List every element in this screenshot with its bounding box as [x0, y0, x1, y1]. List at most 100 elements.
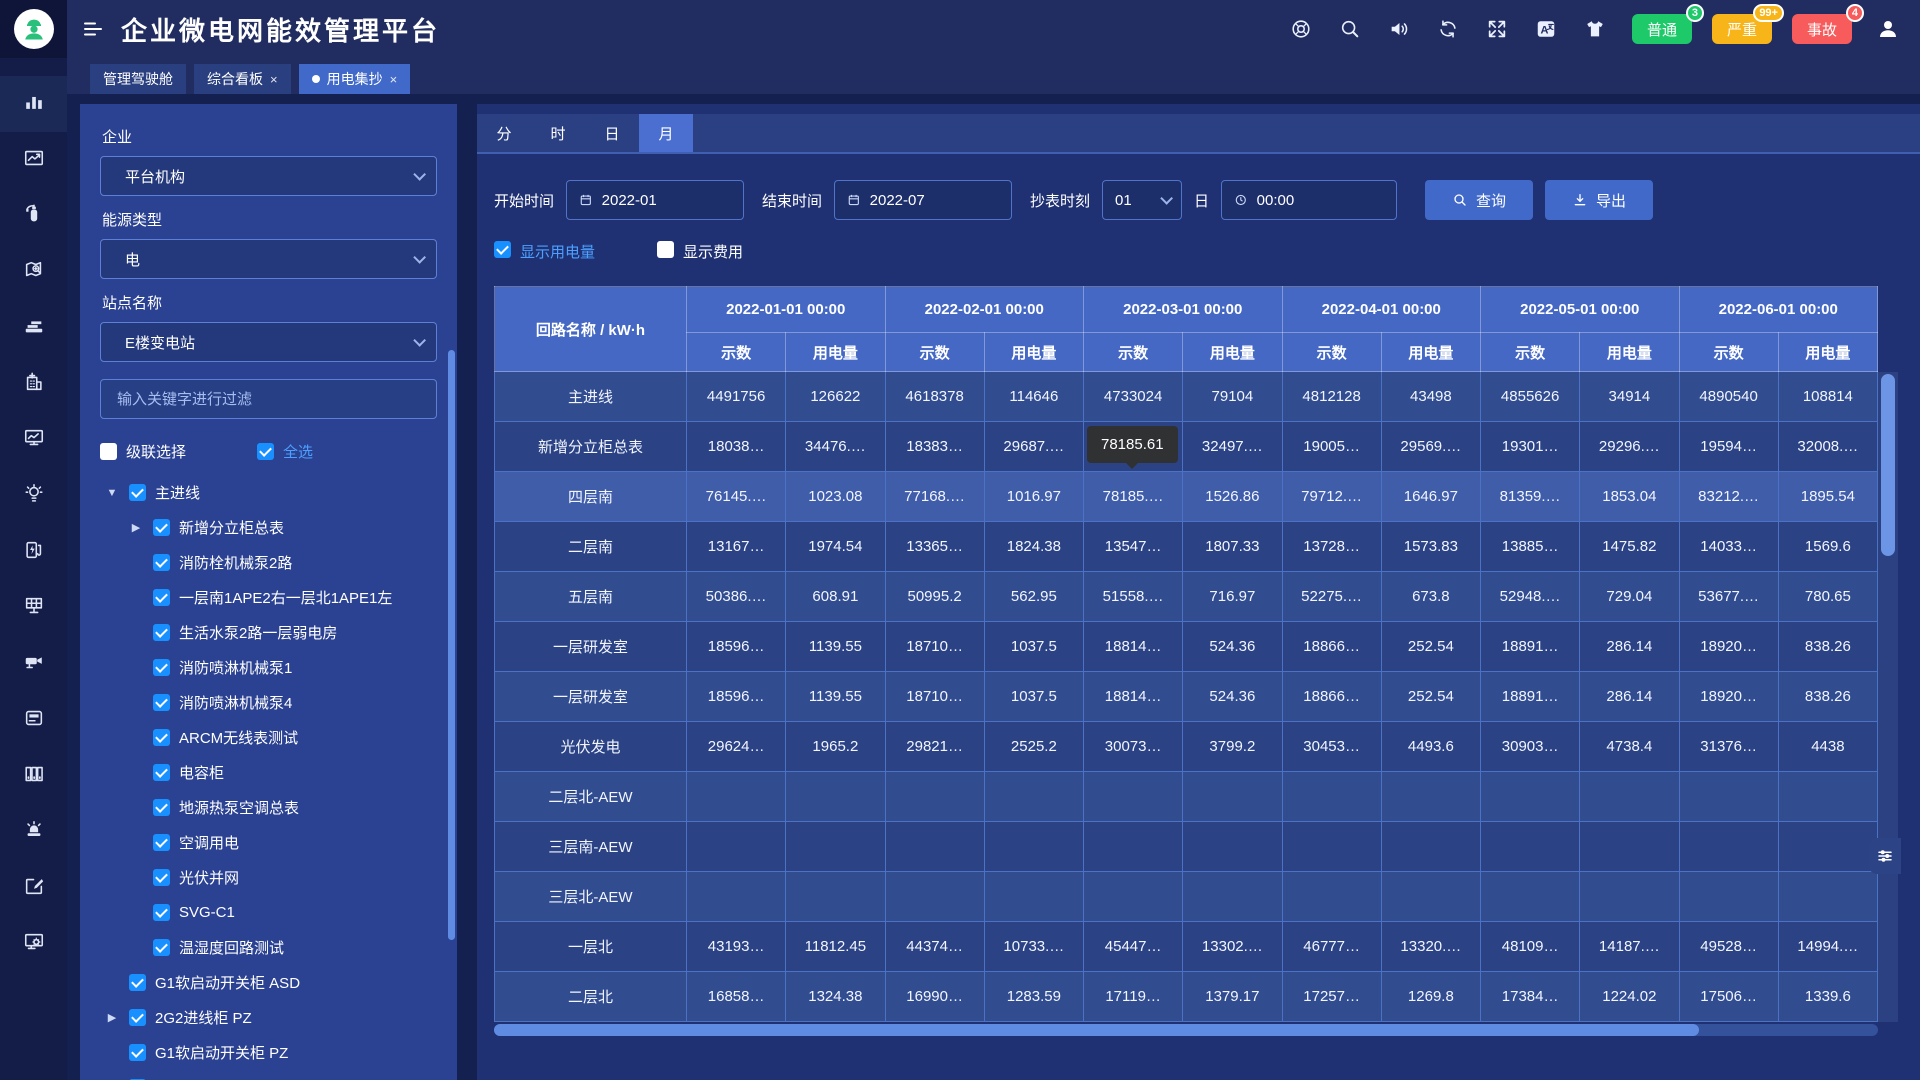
- value-cell[interactable]: 50995.2: [885, 572, 984, 622]
- tree-checkbox[interactable]: [129, 484, 146, 501]
- value-cell[interactable]: 1037.5: [984, 622, 1083, 672]
- value-cell[interactable]: 4491756: [687, 372, 786, 422]
- value-cell[interactable]: 608.91: [786, 572, 885, 622]
- value-cell[interactable]: [1381, 872, 1480, 922]
- value-cell[interactable]: 252.54: [1381, 672, 1480, 722]
- arrow-right-icon[interactable]: ▶: [128, 521, 144, 534]
- value-cell[interactable]: 30073…: [1084, 722, 1183, 772]
- value-cell[interactable]: 1965.2: [786, 722, 885, 772]
- value-cell[interactable]: 108814: [1778, 372, 1877, 422]
- value-cell[interactable]: 13320.…: [1381, 922, 1480, 972]
- help-ring-icon[interactable]: [1290, 18, 1312, 40]
- tree-item[interactable]: 空调用电: [100, 825, 437, 860]
- tree-checkbox[interactable]: [153, 939, 170, 956]
- table-row[interactable]: 新增分立柜总表18038…34476.…18383…29687.…32497.……: [495, 422, 1878, 472]
- value-cell[interactable]: 126622: [786, 372, 885, 422]
- meter-time-input[interactable]: [1221, 180, 1397, 220]
- value-cell[interactable]: 18920…: [1679, 622, 1778, 672]
- value-cell[interactable]: 286.14: [1580, 672, 1679, 722]
- value-cell[interactable]: 252.54: [1381, 622, 1480, 672]
- translate-icon[interactable]: A: [1535, 18, 1557, 40]
- value-cell[interactable]: 13302.…: [1183, 922, 1282, 972]
- value-cell[interactable]: 18814…: [1084, 622, 1183, 672]
- table-row[interactable]: 一层北43193…11812.4544374…10733.…45447…1330…: [495, 922, 1878, 972]
- value-cell[interactable]: 1023.08: [786, 472, 885, 522]
- hamburger-icon[interactable]: [81, 17, 105, 41]
- value-cell[interactable]: 79712.…: [1282, 472, 1381, 522]
- value-cell[interactable]: 3799.2: [1183, 722, 1282, 772]
- value-cell[interactable]: [984, 872, 1083, 922]
- nav-tab-1[interactable]: 管理驾驶舱: [90, 64, 186, 94]
- value-cell[interactable]: [1282, 872, 1381, 922]
- tree-checkbox[interactable]: [153, 834, 170, 851]
- value-cell[interactable]: 77168.…: [885, 472, 984, 522]
- tree-item[interactable]: 消防喷淋机械泵1: [100, 650, 437, 685]
- table-horizontal-scrollbar[interactable]: [494, 1024, 1878, 1036]
- toggle-checkbox[interactable]: [657, 241, 674, 258]
- tree-item[interactable]: ▶新增分立柜总表: [100, 510, 437, 545]
- table-row[interactable]: 二层南13167…1974.5413365…1824.3813547…1807.…: [495, 522, 1878, 572]
- value-cell[interactable]: [1580, 822, 1679, 872]
- value-cell[interactable]: [984, 772, 1083, 822]
- value-cell[interactable]: 1224.02: [1580, 972, 1679, 1022]
- value-cell[interactable]: 30903…: [1481, 722, 1580, 772]
- meter-day-select[interactable]: 01: [1102, 180, 1182, 220]
- volume-icon[interactable]: [1388, 18, 1410, 40]
- value-cell[interactable]: 10733.…: [984, 922, 1083, 972]
- value-cell[interactable]: 14187.…: [1580, 922, 1679, 972]
- value-cell[interactable]: [1778, 772, 1877, 822]
- value-cell[interactable]: 1807.33: [1183, 522, 1282, 572]
- value-cell[interactable]: 29569.…: [1381, 422, 1480, 472]
- tree-checkbox[interactable]: [153, 869, 170, 886]
- value-cell[interactable]: 34914: [1580, 372, 1679, 422]
- value-cell[interactable]: 16858…: [687, 972, 786, 1022]
- value-cell[interactable]: [1183, 772, 1282, 822]
- tree-item[interactable]: G1软启动开关柜 ASD: [100, 965, 437, 1000]
- nav-tab-2[interactable]: 综合看板×: [194, 64, 291, 94]
- value-cell[interactable]: 1526.86: [1183, 472, 1282, 522]
- value-cell[interactable]: [1381, 822, 1480, 872]
- table-row[interactable]: 二层北16858…1324.3816990…1283.5917119…1379.…: [495, 972, 1878, 1022]
- value-cell[interactable]: 1139.55: [786, 672, 885, 722]
- value-cell[interactable]: [1580, 872, 1679, 922]
- end-date-input[interactable]: [834, 180, 1012, 220]
- rail-item-bulb[interactable]: [0, 468, 67, 524]
- toggle-label[interactable]: 显示用电量: [520, 241, 595, 262]
- value-cell[interactable]: 18866…: [1282, 672, 1381, 722]
- fullscreen-icon[interactable]: [1486, 18, 1508, 40]
- value-cell[interactable]: 29296.…: [1580, 422, 1679, 472]
- period-tab-2[interactable]: 时: [531, 114, 585, 152]
- value-cell[interactable]: [786, 872, 885, 922]
- value-cell[interactable]: 29821…: [885, 722, 984, 772]
- rail-item-solar-panel[interactable]: [0, 580, 67, 636]
- value-cell[interactable]: 1974.54: [786, 522, 885, 572]
- sidebar-filter-select-3[interactable]: E楼变电站: [100, 322, 437, 362]
- tree-item[interactable]: SVG-C1: [100, 895, 437, 930]
- display-toggle-2[interactable]: 显示费用: [657, 241, 743, 262]
- search-icon[interactable]: [1339, 18, 1361, 40]
- value-cell[interactable]: [1778, 872, 1877, 922]
- export-button[interactable]: 导出: [1545, 180, 1653, 220]
- table-row[interactable]: 三层北-AEW: [495, 872, 1878, 922]
- value-cell[interactable]: 1475.82: [1580, 522, 1679, 572]
- horizontal-scroll-thumb[interactable]: [494, 1024, 1699, 1036]
- value-cell[interactable]: 2525.2: [984, 722, 1083, 772]
- value-cell[interactable]: 18710…: [885, 622, 984, 672]
- value-cell[interactable]: 43193…: [687, 922, 786, 972]
- value-cell[interactable]: 29624…: [687, 722, 786, 772]
- value-cell[interactable]: [1679, 772, 1778, 822]
- value-cell[interactable]: 29687.…: [984, 422, 1083, 472]
- value-cell[interactable]: 18866…: [1282, 622, 1381, 672]
- value-cell[interactable]: 17257…: [1282, 972, 1381, 1022]
- value-cell[interactable]: 34476.…: [786, 422, 885, 472]
- value-cell[interactable]: 4812128: [1282, 372, 1381, 422]
- value-cell[interactable]: 32497.…: [1183, 422, 1282, 472]
- value-cell[interactable]: 14994.…: [1778, 922, 1877, 972]
- value-cell[interactable]: 286.14: [1580, 622, 1679, 672]
- value-cell[interactable]: 52275.…: [1282, 572, 1381, 622]
- value-cell[interactable]: [1679, 822, 1778, 872]
- select-all-checkbox[interactable]: [257, 443, 274, 460]
- value-cell[interactable]: [1481, 772, 1580, 822]
- value-cell[interactable]: 50386.…: [687, 572, 786, 622]
- value-cell[interactable]: 53677.…: [1679, 572, 1778, 622]
